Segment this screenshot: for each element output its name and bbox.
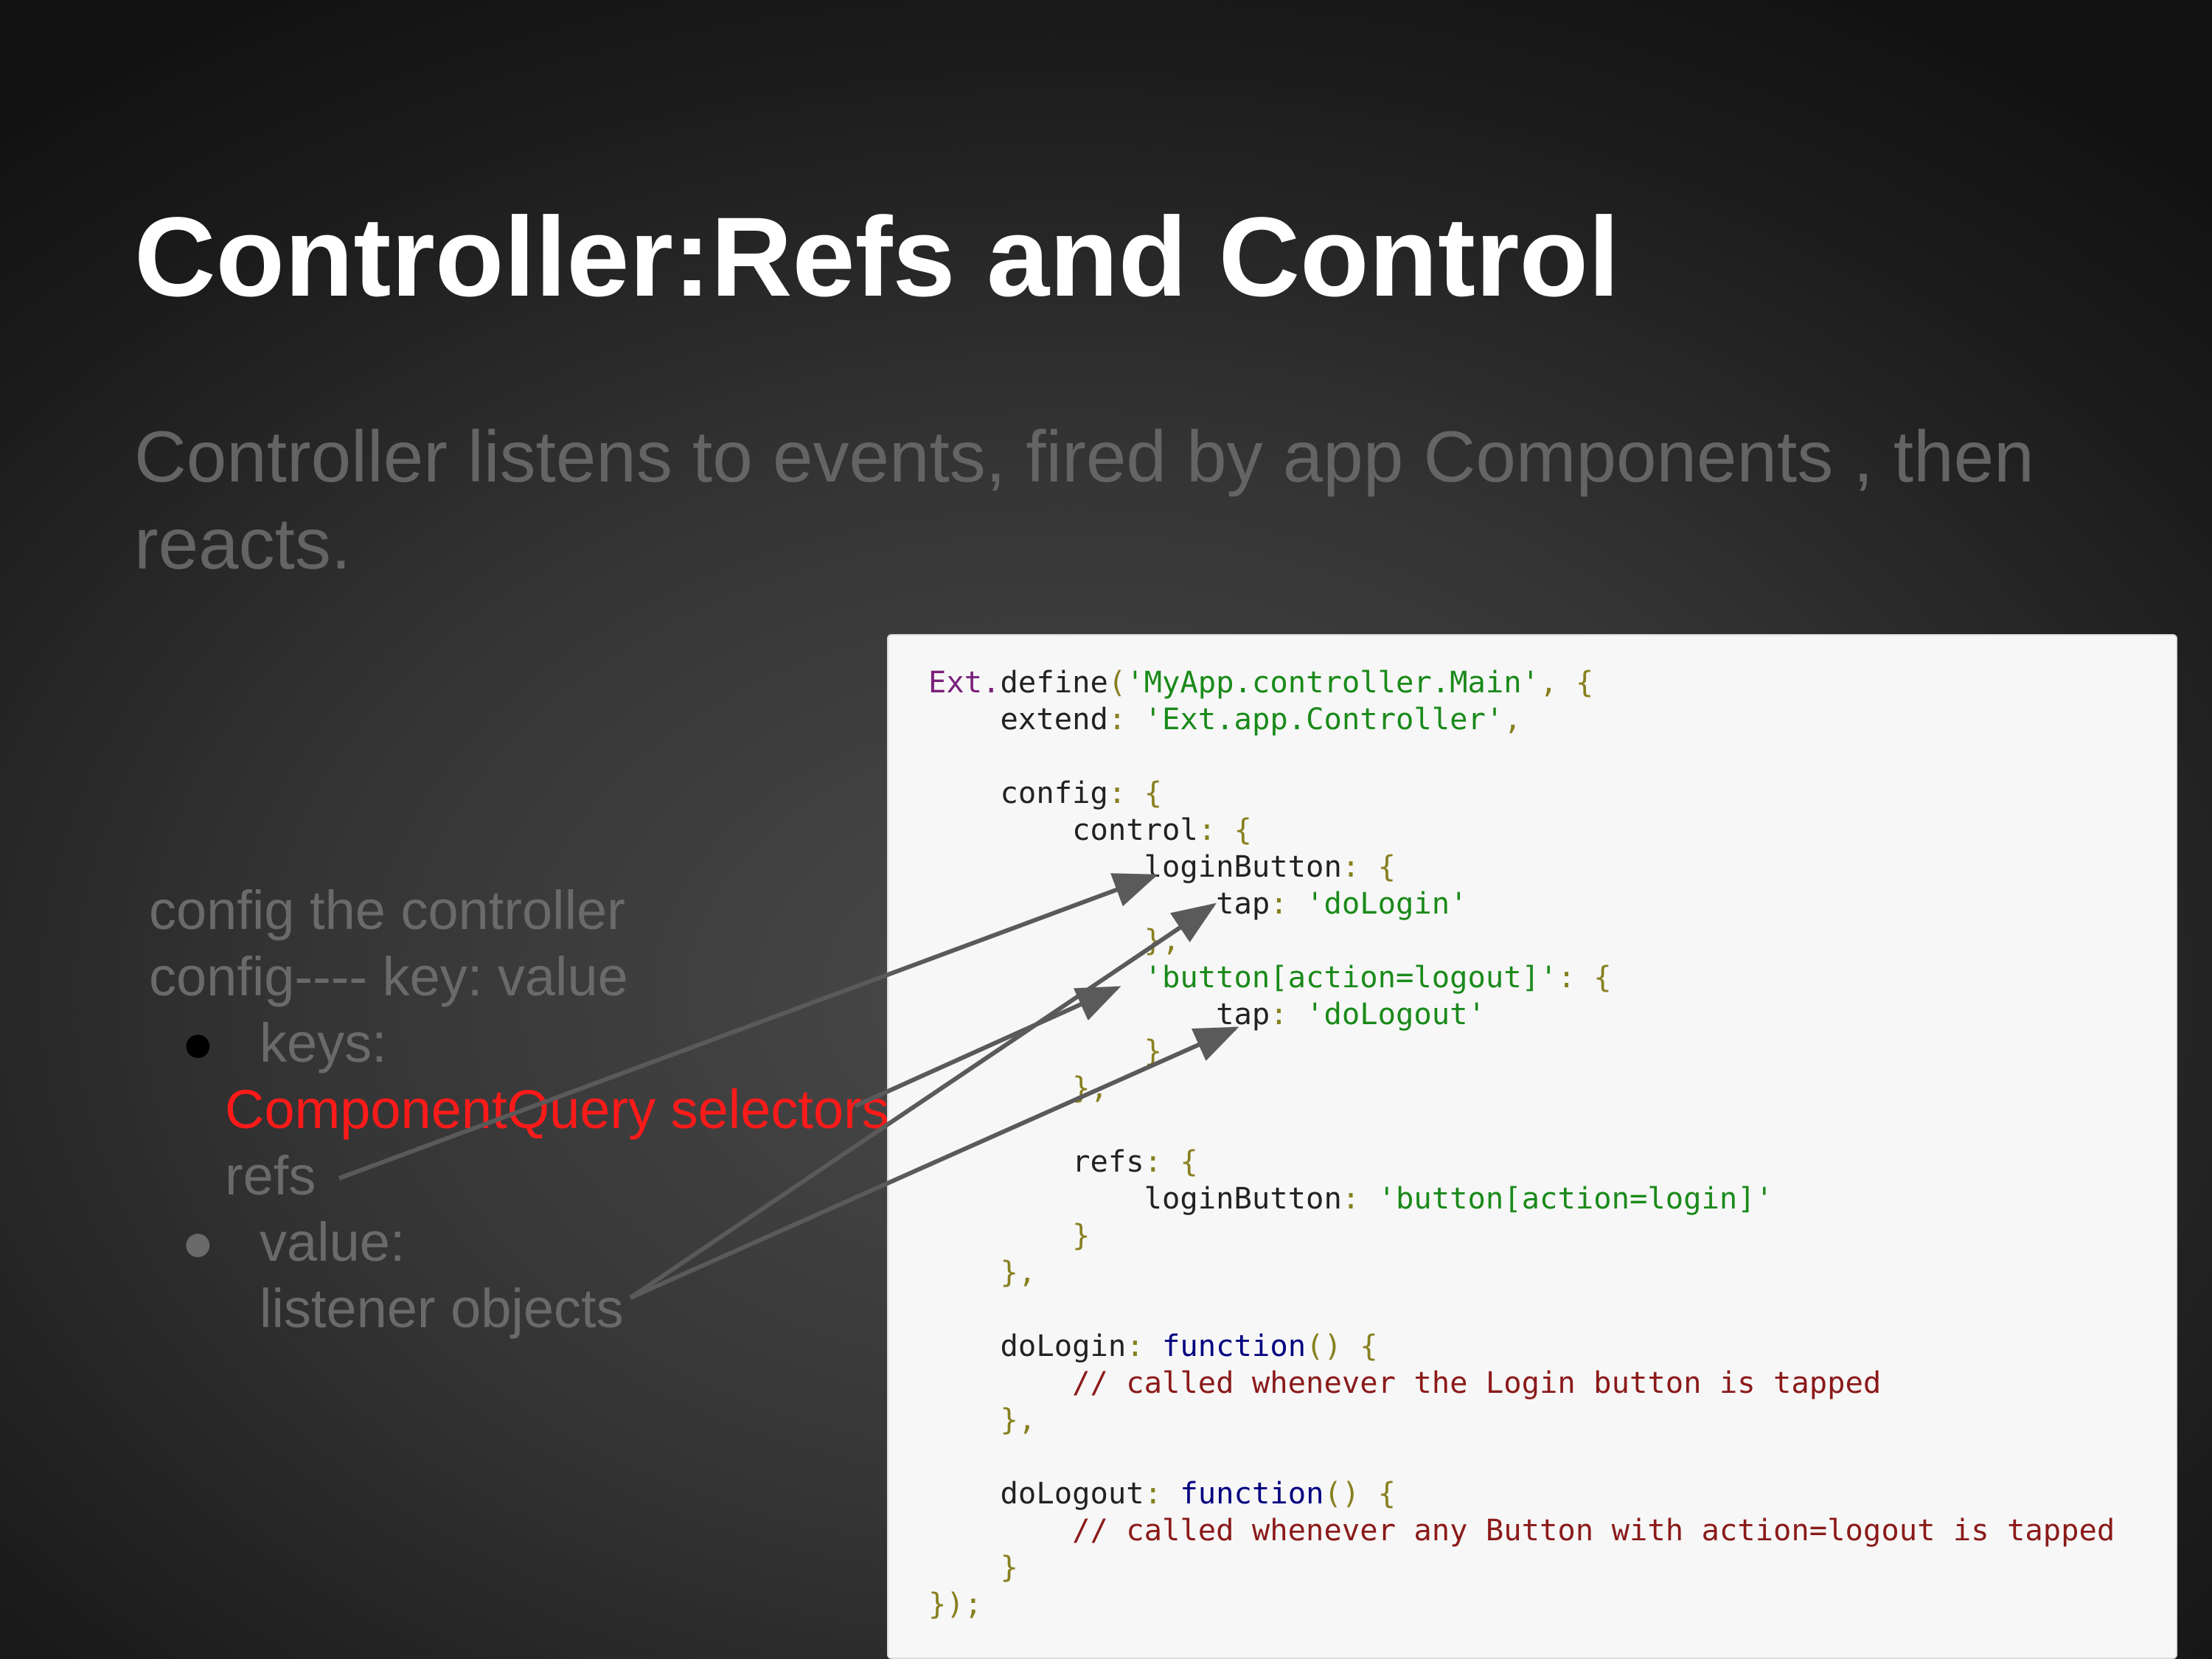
arrow-selectors-to-logout <box>854 986 1121 1108</box>
annotation-arrows <box>338 873 1239 1300</box>
